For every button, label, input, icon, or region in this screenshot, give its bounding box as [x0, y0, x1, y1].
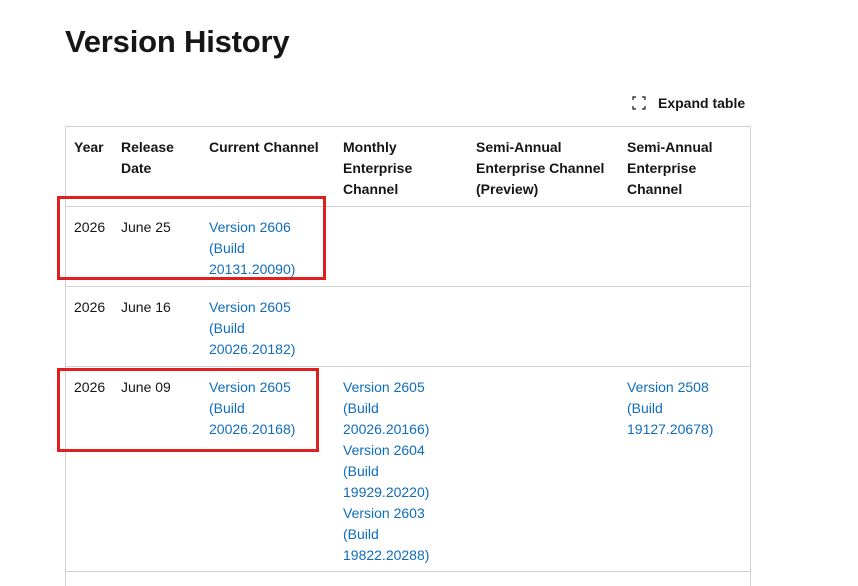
header-release-date: Release Date: [121, 139, 174, 176]
cell-release-date: June 16: [121, 299, 171, 315]
monthly-enterprise-link[interactable]: Version 2604 (Build 19929.20220): [343, 440, 463, 503]
cell-year: 2026: [74, 219, 106, 235]
header-monthly-enterprise-channel: Monthly Enterprise Channel: [343, 139, 413, 197]
current-channel-link[interactable]: Version 2606 (Build 20131.20090): [209, 217, 329, 280]
table-row: 2026 June 25 Version 2606 (Build 20131.2…: [66, 207, 750, 287]
cell-year: 2026: [74, 299, 106, 315]
expand-table-label: Expand table: [658, 95, 746, 111]
version-history-table: Year Release Date Current Channel Monthl…: [65, 126, 751, 586]
header-current-channel: Current Channel: [209, 139, 319, 155]
monthly-enterprise-links: Version 2605 (Build 20026.20166) Version…: [343, 377, 463, 566]
header-year: Year: [74, 139, 104, 155]
cell-release-date: June 09: [121, 379, 171, 395]
monthly-enterprise-link[interactable]: Version 2605 (Build 20026.20166): [343, 377, 463, 440]
table-row: 2026 June 09 Version 2605 (Build 20026.2…: [66, 367, 750, 572]
monthly-enterprise-link[interactable]: Version 2603 (Build 19822.20288): [343, 503, 463, 566]
expand-icon: [632, 96, 646, 110]
header-semi-annual-preview: Semi-Annual Enterprise Channel (Preview): [476, 139, 605, 197]
cell-release-date: June 25: [121, 219, 171, 235]
page-title: Version History: [65, 24, 290, 59]
current-channel-link[interactable]: Version 2605 (Build 20026.20182): [209, 297, 329, 360]
expand-table-button[interactable]: Expand table: [632, 93, 745, 113]
table-header-row: Year Release Date Current Channel Monthl…: [66, 127, 750, 207]
cell-year: 2026: [74, 379, 106, 395]
semi-annual-enterprise-link[interactable]: Version 2508 (Build 19127.20678): [627, 377, 747, 440]
header-semi-annual-enterprise: Semi-Annual Enterprise Channel: [627, 139, 713, 197]
current-channel-link[interactable]: Version 2605 (Build 20026.20168): [209, 377, 329, 440]
table-row: 2026 June 16 Version 2605 (Build 20026.2…: [66, 287, 750, 367]
